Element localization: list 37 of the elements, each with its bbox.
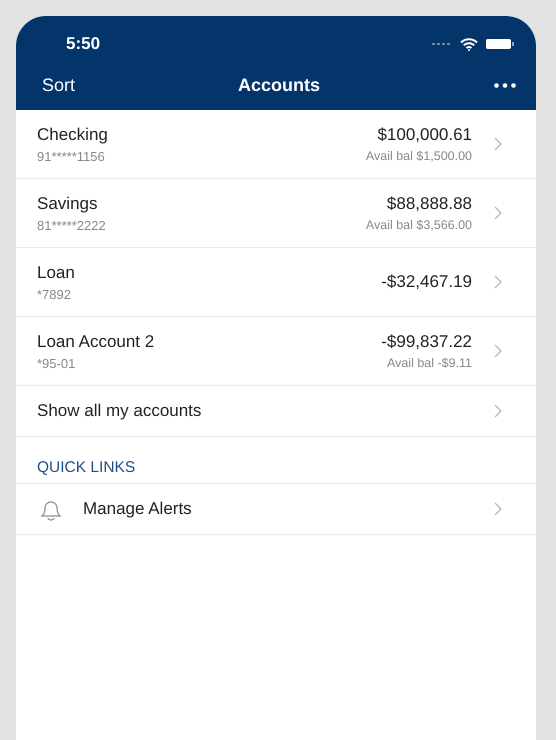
available-balance: Avail bal $3,566.00: [366, 218, 472, 232]
account-number: *95-01: [37, 356, 76, 370]
account-name: Savings: [37, 194, 98, 214]
section-heading: QUICK LINKS: [16, 437, 536, 484]
account-balance: -$99,837.22: [381, 332, 472, 352]
account-balance: $88,888.88: [386, 194, 472, 214]
available-balance: Avail bal -$9.11: [386, 356, 472, 370]
account-name: Loan Account 2: [37, 332, 156, 352]
account-row[interactable]: Checking 91*****1156 $100,000.61 Avail bal $1,500.00: [16, 110, 536, 179]
chevron-icon: [494, 344, 502, 358]
available-balance: Avail bal $1,500.00: [366, 149, 472, 163]
account-row[interactable]: Loan *7892 -$32,467.19: [16, 248, 536, 317]
screen-title: Accounts: [238, 74, 320, 96]
chevron-icon: [494, 137, 502, 151]
account-number: 81*****2222: [37, 218, 107, 232]
chevron-icon: [494, 275, 502, 289]
account-row[interactable]: Loan Account 2 *95-01 -$99,837.22 Avail bal -$9.11: [16, 317, 536, 386]
account-number: *7892: [37, 286, 72, 302]
quick-link-label: Manage Alerts: [83, 499, 193, 519]
show-all-row[interactable]: Show all my accounts: [16, 386, 536, 437]
account-name: Checking: [37, 124, 109, 144]
wifi-icon: [460, 38, 478, 50]
status-time: 5:50: [66, 34, 100, 54]
account-number: 91*****1156: [37, 148, 106, 164]
sort-button[interactable]: Sort: [42, 74, 76, 96]
account-balance: -$32,467.19: [381, 272, 472, 292]
account-balance: $100,000.61: [377, 125, 472, 145]
battery-icon: [486, 38, 514, 50]
account-name: Loan: [37, 262, 76, 282]
chevron-icon: [494, 206, 502, 220]
account-row[interactable]: Savings 81*****2222 $88,888.88 Avail bal $3,566.00: [16, 179, 536, 248]
chevron-icon: [494, 404, 502, 418]
more-icon[interactable]: [494, 82, 516, 88]
chevron-icon: [494, 502, 502, 516]
signal-icon: [432, 42, 452, 46]
show-all-label: Show all my accounts: [37, 401, 202, 421]
quick-link-row[interactable]: Manage Alerts: [16, 484, 536, 535]
